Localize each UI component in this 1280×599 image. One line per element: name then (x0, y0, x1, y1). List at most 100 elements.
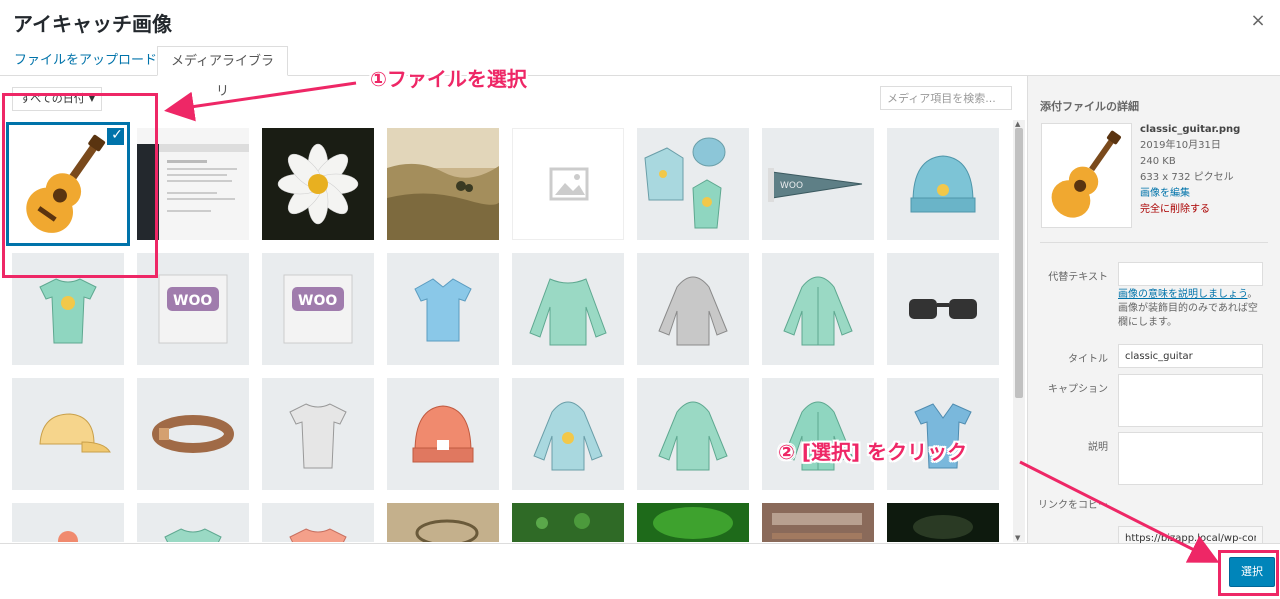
delete-permanently-link[interactable]: 完全に削除する (1140, 202, 1240, 218)
scrollbar-thumb[interactable] (1015, 128, 1023, 398)
divider (1040, 242, 1268, 243)
hoodie-set-image (644, 137, 726, 229)
tshirt-gray-image (289, 403, 347, 469)
cap-image (39, 413, 111, 453)
beanie-orange-image (412, 405, 474, 463)
scroll-down-icon[interactable]: ▼ (1015, 534, 1020, 542)
attachment-polo-blue[interactable] (387, 253, 499, 365)
attachment-row4-8[interactable] (887, 503, 999, 542)
attachment-row4-6[interactable] (637, 503, 749, 542)
attachment-beanie-orange[interactable] (387, 378, 499, 490)
modal-title: アイキャッチ画像 (13, 12, 172, 36)
attachment-vneck-blue[interactable] (887, 378, 999, 490)
attachment-hoodie-blue-logo[interactable] (512, 378, 624, 490)
tab-media-library[interactable]: メディアライブラリ (157, 46, 288, 99)
media-modal: アイキャッチ画像 × ファイルをアップロード メディアライブラリ すべての日付 … (0, 0, 1280, 599)
date-filter-label: すべての日付 (20, 92, 85, 105)
svg-text:WOO: WOO (173, 293, 212, 309)
tab-upload[interactable]: ファイルをアップロード (5, 46, 166, 76)
attachment-belt[interactable] (137, 378, 249, 490)
scroll-up-icon[interactable]: ▲ (1015, 120, 1020, 128)
beanie-image (910, 155, 976, 213)
screenshot-image (137, 128, 249, 240)
row4-7-image (762, 503, 874, 542)
flower-image (262, 128, 374, 240)
attachment-details-sidebar: 添付ファイルの詳細 classic_guitar.png 2019年10月31日… (1027, 76, 1280, 543)
image-placeholder-icon (549, 167, 589, 201)
copy-link-input[interactable] (1118, 526, 1263, 543)
svg-text:WOO: WOO (298, 293, 337, 309)
attachment-longsleeve-green[interactable] (512, 253, 624, 365)
attachment-row4-7[interactable] (762, 503, 874, 542)
file-details: classic_guitar.png 2019年10月31日 240 KB 63… (1140, 122, 1240, 218)
alt-text-input[interactable] (1118, 262, 1263, 286)
title-input[interactable] (1118, 344, 1263, 368)
arrow-to-file (164, 81, 357, 122)
woo-single-image: WOO (158, 274, 228, 344)
alt-text-help-link[interactable]: 画像の意味を説明しましょう (1118, 289, 1247, 300)
check-icon[interactable]: ✓ (106, 128, 124, 146)
close-icon[interactable]: × (1248, 11, 1268, 31)
attachment-tshirt-gray[interactable] (262, 378, 374, 490)
attachment-hoodie-zip-green-2[interactable] (762, 378, 874, 490)
attachment-screenshot[interactable] (137, 128, 249, 240)
details-thumbnail (1041, 123, 1132, 228)
title-label: タイトル (1068, 354, 1108, 365)
row4-1-image (58, 531, 78, 542)
media-search-input[interactable] (880, 86, 1012, 110)
attachment-row4-1[interactable] (12, 503, 124, 542)
modal-footer (0, 543, 1280, 599)
annotation-step2: ② [選択] をクリック (778, 440, 968, 464)
date-filter-select[interactable]: すべての日付 ▼ (12, 87, 102, 111)
description-label: 説明 (1088, 442, 1108, 453)
alt-text-label: 代替テキスト (1048, 272, 1108, 283)
description-textarea[interactable] (1118, 432, 1263, 485)
attachment-row4-2[interactable] (137, 503, 249, 542)
tshirt-image (39, 278, 97, 344)
attachment-row4-5[interactable] (512, 503, 624, 542)
caption-textarea[interactable] (1118, 374, 1263, 427)
attachment-flower[interactable] (262, 128, 374, 240)
attachment-hoodie-set[interactable] (637, 128, 749, 240)
sunglasses-image (909, 299, 977, 319)
polo-image (414, 278, 472, 342)
belt-image (152, 415, 234, 453)
attachment-beanie-blue[interactable] (887, 128, 999, 240)
copy-link-label: リンクをコピー (1038, 500, 1108, 511)
landscape-image (387, 128, 499, 240)
attachment-landscape[interactable] (387, 128, 499, 240)
attachment-tshirt-green[interactable] (12, 253, 124, 365)
chevron-down-icon: ▼ (88, 94, 95, 103)
attachment-hoodie-green[interactable] (637, 378, 749, 490)
attachment-cap-yellow[interactable] (12, 378, 124, 490)
edit-image-link[interactable]: 画像を編集 (1140, 186, 1240, 202)
attachment-hoodie-zip-green[interactable] (762, 253, 874, 365)
attachment-woo-single[interactable]: WOO (137, 253, 249, 365)
row4-8-image (887, 503, 999, 542)
attachment-woo-album[interactable]: WOO (262, 253, 374, 365)
grid-scrollbar[interactable]: ▲ ▼ (1013, 120, 1025, 542)
attachment-row4-4[interactable] (387, 503, 499, 542)
details-heading: 添付ファイルの詳細 (1040, 100, 1139, 113)
hoodie-zip-image (783, 276, 853, 346)
row4-4-image (387, 503, 499, 542)
file-name: classic_guitar.png (1140, 124, 1241, 135)
attachment-pennant[interactable]: WOO (762, 128, 874, 240)
longsleeve-image (529, 278, 607, 346)
tab-bar: ファイルをアップロード メディアライブラリ (0, 43, 1280, 99)
hoodie-green-image (658, 401, 728, 471)
attachments-grid: ✓ WOO WOO WOO (0, 120, 1010, 542)
attachment-placeholder[interactable] (512, 128, 624, 240)
attachment-hoodie-gray[interactable] (637, 253, 749, 365)
select-button[interactable]: 選択 (1229, 557, 1275, 587)
attachment-sunglasses[interactable] (887, 253, 999, 365)
guitar-thumbnail-image (1042, 124, 1131, 227)
upload-date: 2019年10月31日 (1140, 140, 1221, 151)
caption-label: キャプション (1048, 384, 1108, 395)
row4-3-image (289, 528, 347, 542)
attachment-row4-3[interactable] (262, 503, 374, 542)
annotation-step1: ①ファイルを選択 (370, 67, 527, 91)
attachment-classic-guitar[interactable]: ✓ (12, 128, 124, 240)
row4-2-image (164, 528, 222, 542)
hoodie-blue-image (533, 401, 603, 471)
